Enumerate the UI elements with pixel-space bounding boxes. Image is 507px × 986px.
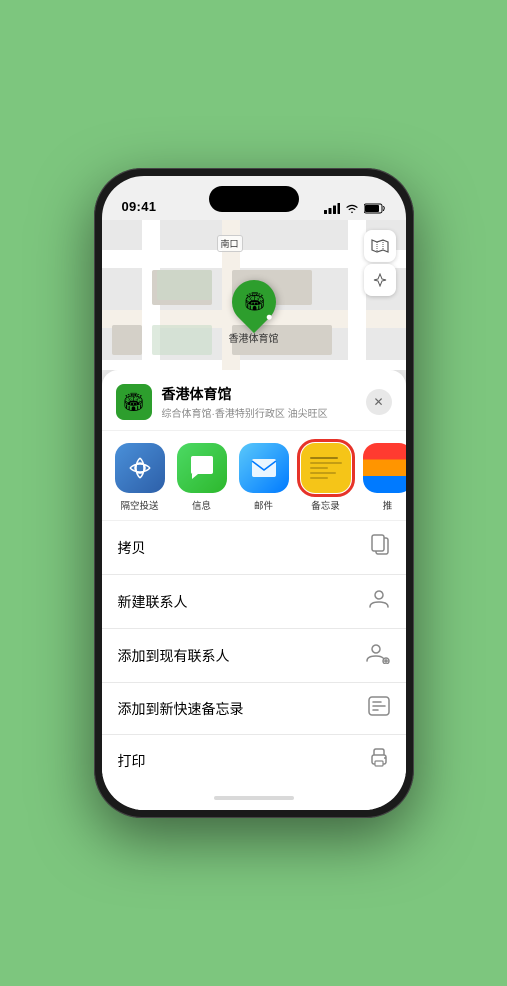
share-item-airdrop[interactable]: 隔空投送 [112, 443, 168, 512]
action-copy[interactable]: 拷贝 [102, 521, 406, 575]
bottom-sheet: 🏟 香港体育馆 综合体育馆·香港特别行政区 油尖旺区 ✕ [102, 370, 406, 810]
map-controls [364, 230, 396, 296]
status-icons [324, 203, 386, 214]
map-area: 南口 [102, 220, 406, 370]
action-list: 拷贝 新建联系人 [102, 521, 406, 786]
battery-icon [364, 203, 386, 214]
more-label: 推 [383, 498, 393, 512]
share-item-more[interactable]: 推 [360, 443, 406, 512]
venue-subtitle: 综合体育馆·香港特别行政区 油尖旺区 [162, 405, 366, 420]
more-icon [363, 443, 406, 493]
location-button[interactable] [364, 264, 396, 296]
add-notes-icon [368, 696, 390, 721]
print-icon [368, 748, 390, 773]
notes-label: 备忘录 [311, 498, 340, 512]
wifi-icon [345, 203, 359, 214]
share-row: 隔空投送 信息 [102, 431, 406, 521]
pin-icon: 🏟 [222, 271, 284, 333]
map-label: 南口 [217, 235, 243, 252]
venue-name: 香港体育馆 [162, 384, 366, 404]
location-pin: 🏟 香港体育馆 [229, 280, 279, 345]
add-contact-icon [366, 642, 390, 669]
mail-label: 邮件 [254, 498, 273, 512]
signal-icon [324, 203, 340, 214]
new-contact-label: 新建联系人 [118, 592, 188, 612]
mail-icon [239, 443, 289, 493]
action-print[interactable]: 打印 [102, 735, 406, 786]
message-label: 信息 [192, 498, 211, 512]
home-indicator [102, 786, 406, 810]
dynamic-island [209, 186, 299, 212]
action-add-to-contact[interactable]: 添加到现有联系人 [102, 629, 406, 683]
sheet-header: 🏟 香港体育馆 综合体育馆·香港特别行政区 油尖旺区 ✕ [102, 370, 406, 431]
status-time: 09:41 [122, 199, 157, 214]
new-contact-icon [368, 588, 390, 615]
action-new-contact[interactable]: 新建联系人 [102, 575, 406, 629]
message-icon [177, 443, 227, 493]
phone-frame: 09:41 [94, 168, 414, 818]
copy-icon [370, 534, 390, 561]
phone-screen: 09:41 [102, 176, 406, 810]
share-item-mail[interactable]: 邮件 [236, 443, 292, 512]
notes-icon [301, 443, 351, 493]
map-type-button[interactable] [364, 230, 396, 262]
add-to-contact-label: 添加到现有联系人 [118, 646, 230, 666]
share-item-notes[interactable]: 备忘录 [298, 443, 354, 512]
share-item-message[interactable]: 信息 [174, 443, 230, 512]
venue-info: 香港体育馆 综合体育馆·香港特别行政区 油尖旺区 [162, 384, 366, 420]
add-to-notes-label: 添加到新快速备忘录 [118, 699, 244, 719]
airdrop-icon [115, 443, 165, 493]
venue-icon: 🏟 [116, 384, 152, 420]
close-button[interactable]: ✕ [366, 389, 392, 415]
print-label: 打印 [118, 751, 146, 771]
home-bar [214, 796, 294, 800]
action-add-to-notes[interactable]: 添加到新快速备忘录 [102, 683, 406, 735]
copy-label: 拷贝 [118, 538, 146, 558]
airdrop-label: 隔空投送 [120, 498, 158, 512]
